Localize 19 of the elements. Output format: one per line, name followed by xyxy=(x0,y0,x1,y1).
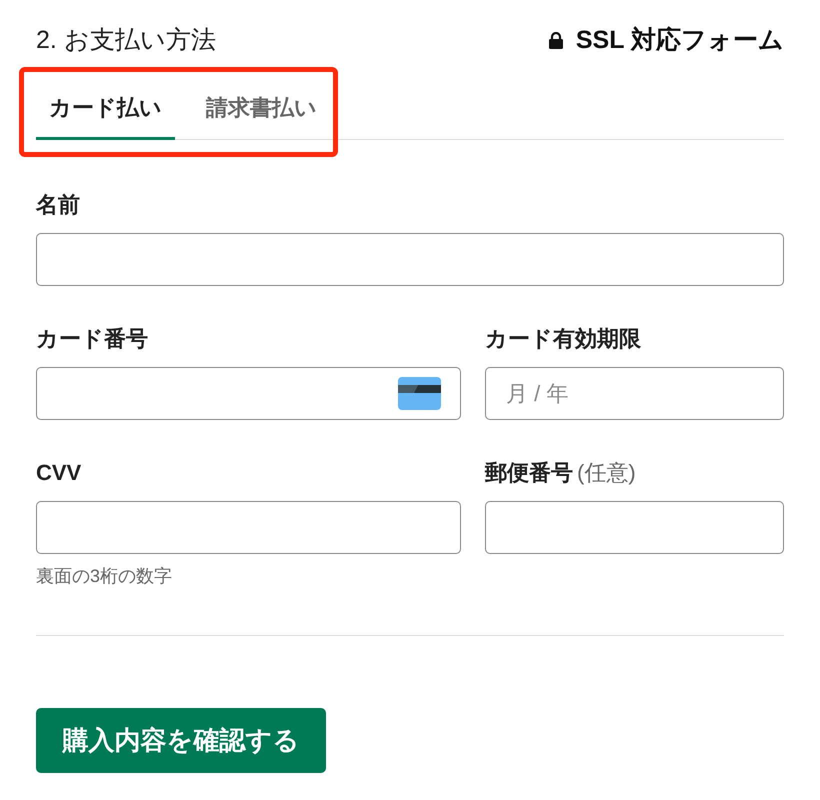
field-label: カード有効期限 xyxy=(485,325,641,353)
tab[interactable]: カード払い xyxy=(36,76,175,140)
hint-text: 裏面の3桁の数字 xyxy=(36,565,172,588)
lock-icon xyxy=(548,32,563,48)
input-field[interactable] xyxy=(36,233,784,286)
field-label: カード番号 xyxy=(36,325,148,353)
input-field[interactable]: 月 / 年 xyxy=(485,367,784,420)
field-label: 名前 xyxy=(36,191,80,219)
field-label: 郵便番号 xyxy=(485,459,573,487)
optional-note: (任意) xyxy=(577,459,636,487)
ssl-note: SSL 対応フォーム xyxy=(576,25,784,56)
tab[interactable]: 請求書払い xyxy=(193,76,330,140)
input-field[interactable] xyxy=(485,501,784,554)
field-label: CVV xyxy=(36,459,82,487)
input-field[interactable] xyxy=(36,367,461,420)
section-title: 2. お支払い方法 xyxy=(36,25,216,56)
credit-card-icon xyxy=(398,377,441,410)
confirm-button[interactable]: 購入内容を確認する xyxy=(36,708,326,773)
input-field[interactable] xyxy=(36,501,461,554)
